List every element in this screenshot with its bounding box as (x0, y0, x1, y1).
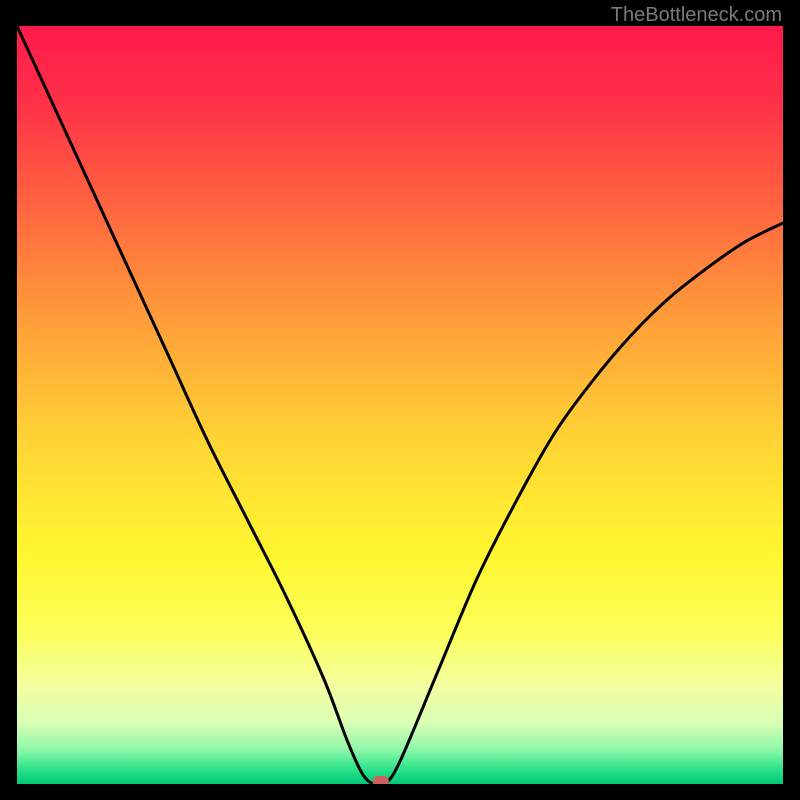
plot-area (17, 26, 783, 784)
markers-group (373, 776, 389, 784)
plot-svg (17, 26, 783, 784)
gradient-background (17, 26, 783, 784)
watermark-text: TheBottleneck.com (611, 4, 782, 27)
dip-marker (373, 776, 389, 784)
chart-frame: TheBottleneck.com (0, 0, 800, 800)
